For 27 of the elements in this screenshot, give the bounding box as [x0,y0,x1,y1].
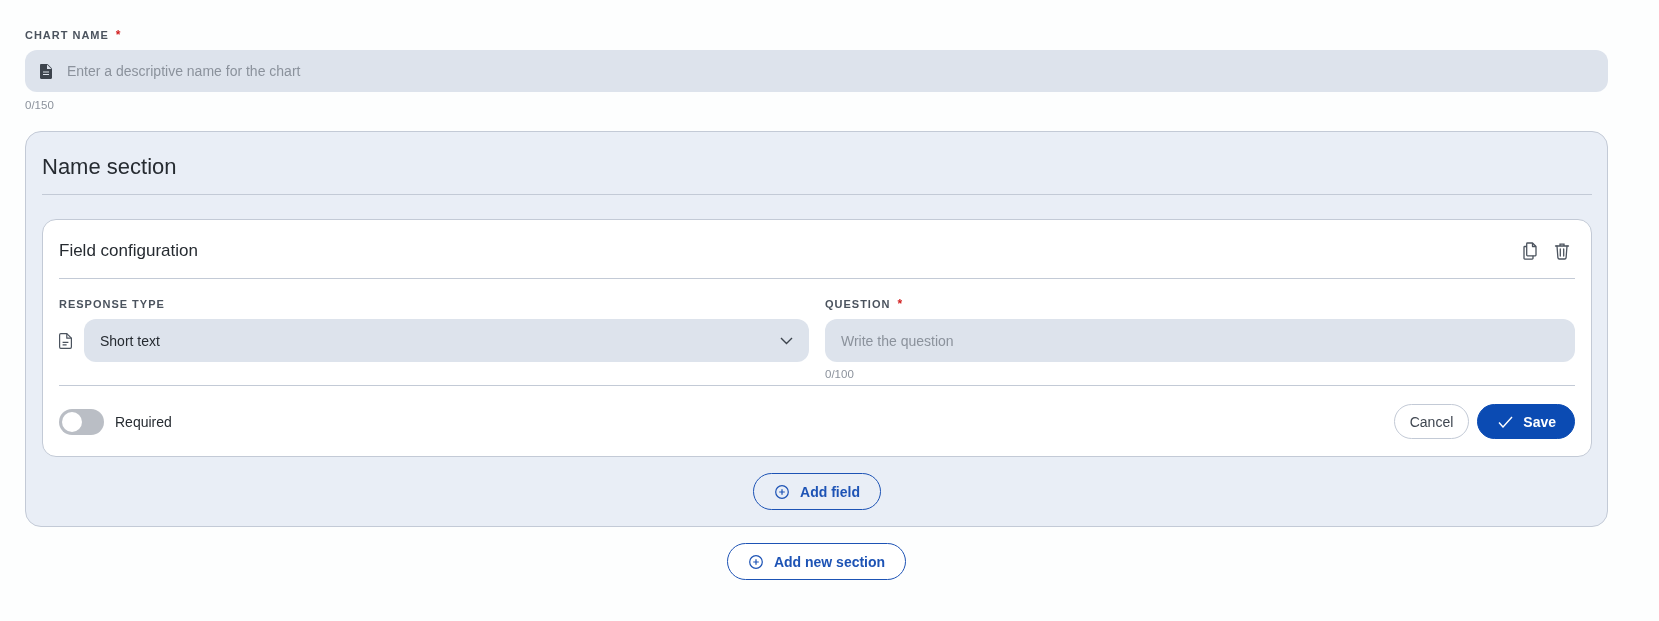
required-mark: * [897,297,903,311]
delete-button[interactable] [1553,242,1571,260]
plus-circle-icon [775,484,790,499]
field-label: QUESTION [825,298,891,310]
chart-name-input[interactable]: Enter a descriptive name for the chart [25,50,1608,92]
field-label: CHART NAME [25,29,109,41]
required-mark: * [115,28,121,42]
copy-button[interactable] [1521,242,1539,260]
trash-icon [1553,242,1571,260]
toggle-label: Required [115,413,172,430]
add-section-button[interactable]: Add new section [726,543,907,580]
field-label: RESPONSE TYPE [59,298,165,310]
section-title: Name section [42,153,177,181]
save-button[interactable]: Save [1477,404,1575,439]
plus-circle-icon [748,554,763,569]
question-input[interactable]: Write the question [825,319,1575,362]
document-icon [40,64,52,79]
cancel-button[interactable]: Cancel [1393,404,1470,439]
document-icon [59,332,72,349]
response-type-dropdown[interactable]: Short text [84,319,809,362]
card-title: Field configuration [59,241,198,261]
chevron-down-icon [780,336,793,345]
character-counter: 0/100 [825,368,854,381]
character-counter: 0/150 [25,99,54,112]
required-toggle[interactable] [59,408,104,435]
copy-icon [1521,242,1539,260]
check-icon [1498,415,1514,428]
